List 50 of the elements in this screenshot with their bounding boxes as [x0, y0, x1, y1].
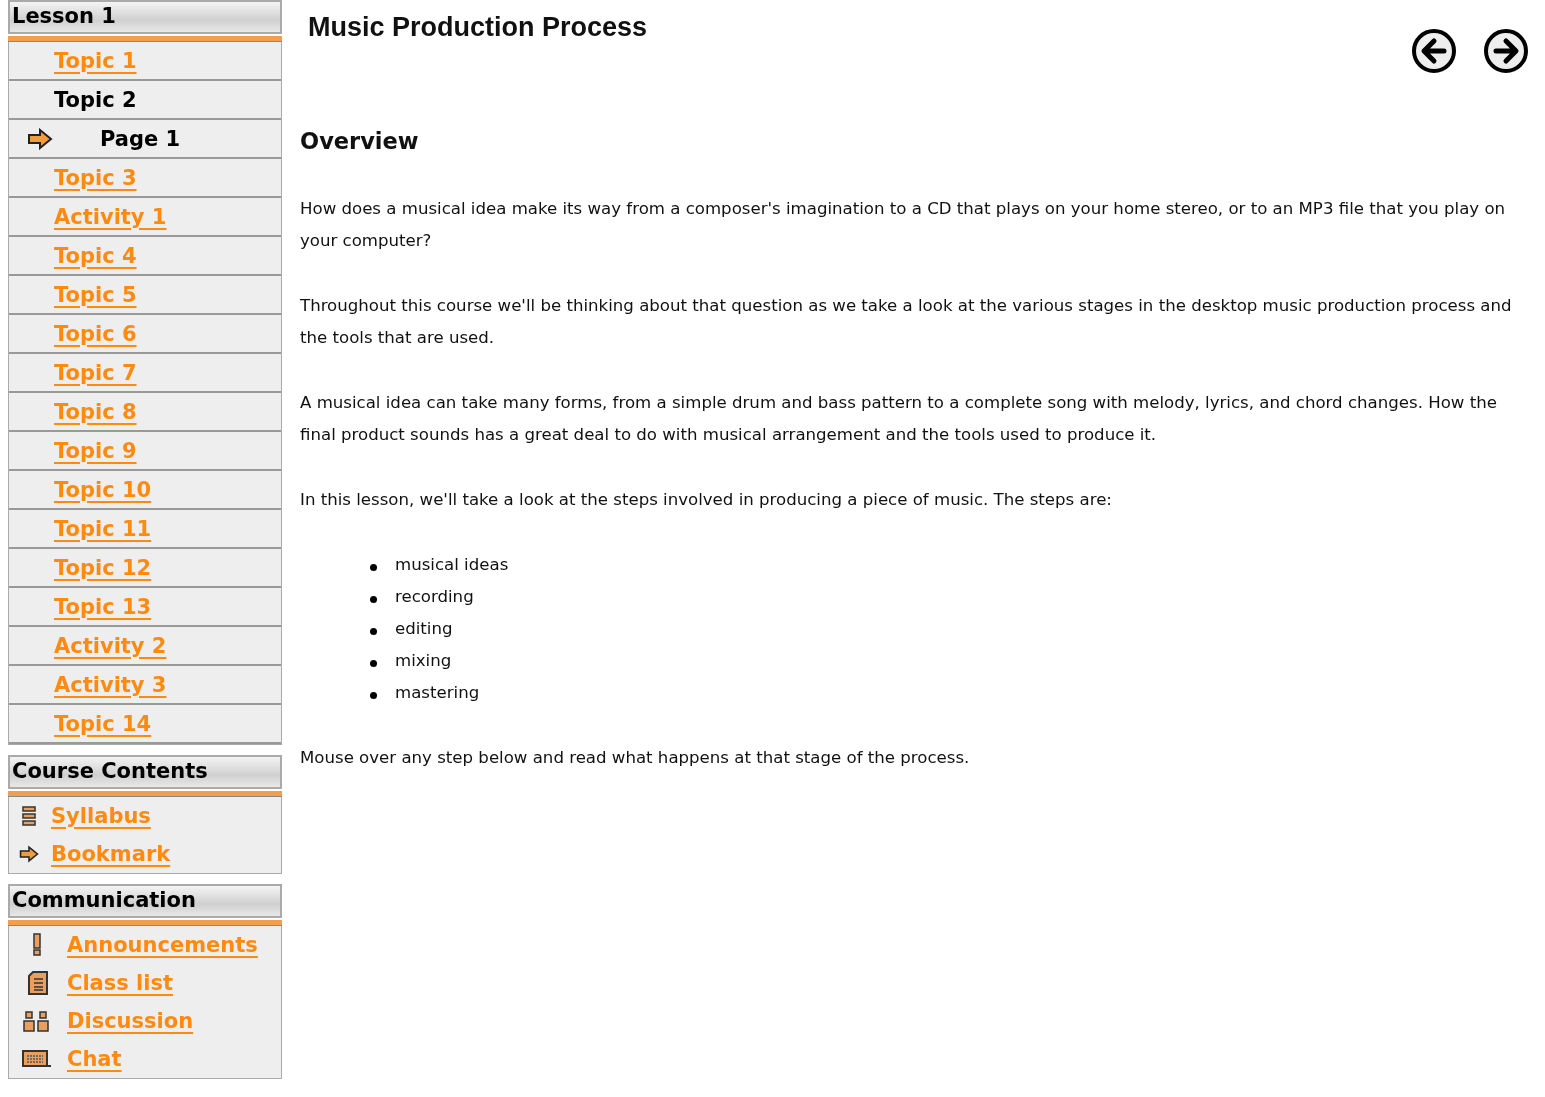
bullet-icon — [370, 564, 377, 571]
arrow-icon — [19, 843, 39, 865]
nav-link[interactable]: Discussion — [67, 1009, 194, 1033]
nav-link[interactable]: Topic 1 — [54, 48, 137, 73]
list-item: editing — [395, 618, 453, 640]
bullet-icon — [370, 692, 377, 699]
nav-link[interactable]: Syllabus — [51, 804, 151, 828]
section-header: Communication — [8, 884, 282, 918]
nav-link[interactable]: Topic 10 — [54, 477, 152, 502]
nav-link[interactable]: Activity 1 — [54, 204, 167, 229]
nav-link[interactable]: Topic 13 — [54, 594, 152, 619]
nav-link[interactable]: Topic 4 — [54, 243, 137, 268]
nav-link[interactable]: Class list — [67, 971, 174, 995]
section-heading: Overview — [300, 127, 420, 156]
list-item: mixing — [395, 650, 452, 672]
nav-link[interactable]: Announcements — [67, 933, 258, 957]
paragraph: Mouse over any step below and read what happens at that stage of the process. — [300, 747, 971, 769]
keyboard-icon — [22, 1049, 52, 1069]
current-page: Page 1 — [100, 126, 181, 151]
paragraph: Throughout this course we'll be thinking about that question as we take a look at the various stages in the desktop music production process and the tools that are used. — [300, 295, 1513, 349]
list-item: musical ideas — [395, 554, 509, 576]
nav-link[interactable]: Topic 7 — [54, 360, 137, 385]
nav-link[interactable]: Topic 8 — [54, 399, 137, 424]
list-icon — [21, 805, 37, 827]
exclamation-icon — [32, 933, 42, 957]
list-item: mastering — [395, 682, 480, 704]
people-icon — [23, 1010, 51, 1032]
paragraph: How does a musical idea make its way from a composer's imagination to a CD that plays on your home stereo, or to an MP3 file that you play on your computer? — [300, 198, 1507, 252]
paragraph: A musical idea can take many forms, from a simple drum and bass pattern to a complete song with melody, lyrics, and chord changes. How the final product sounds has a great deal to do with musical arrangement and the tools used to produce it. — [300, 392, 1498, 446]
list-item: recording — [395, 586, 474, 608]
section-header: Lesson 1 — [8, 0, 282, 34]
nav-link[interactable]: Topic 9 — [54, 438, 137, 463]
nav-link[interactable]: Chat — [67, 1047, 122, 1071]
nav-link[interactable]: Bookmark — [51, 842, 171, 866]
nav-link[interactable]: Topic 3 — [54, 165, 137, 190]
bullet-icon — [370, 596, 377, 603]
nav-link[interactable]: Activity 3 — [54, 672, 167, 697]
section-header: Course Contents — [8, 755, 282, 789]
nav-link[interactable]: Topic 11 — [54, 516, 152, 541]
page-title: Music Production Process — [308, 12, 648, 43]
nav-link[interactable]: Activity 2 — [54, 633, 167, 658]
arrow-icon — [27, 127, 53, 150]
bullet-icon — [370, 628, 377, 635]
nav-link[interactable]: Topic 6 — [54, 321, 137, 346]
nav-link[interactable]: Topic 5 — [54, 282, 137, 307]
document-icon — [25, 971, 49, 995]
paragraph: In this lesson, we'll take a look at the steps involved in producing a piece of music. The steps are: — [300, 489, 1113, 511]
bullet-icon — [370, 660, 377, 667]
nav-link[interactable]: Topic 12 — [54, 555, 152, 580]
nav-link[interactable]: Topic 14 — [54, 711, 152, 736]
